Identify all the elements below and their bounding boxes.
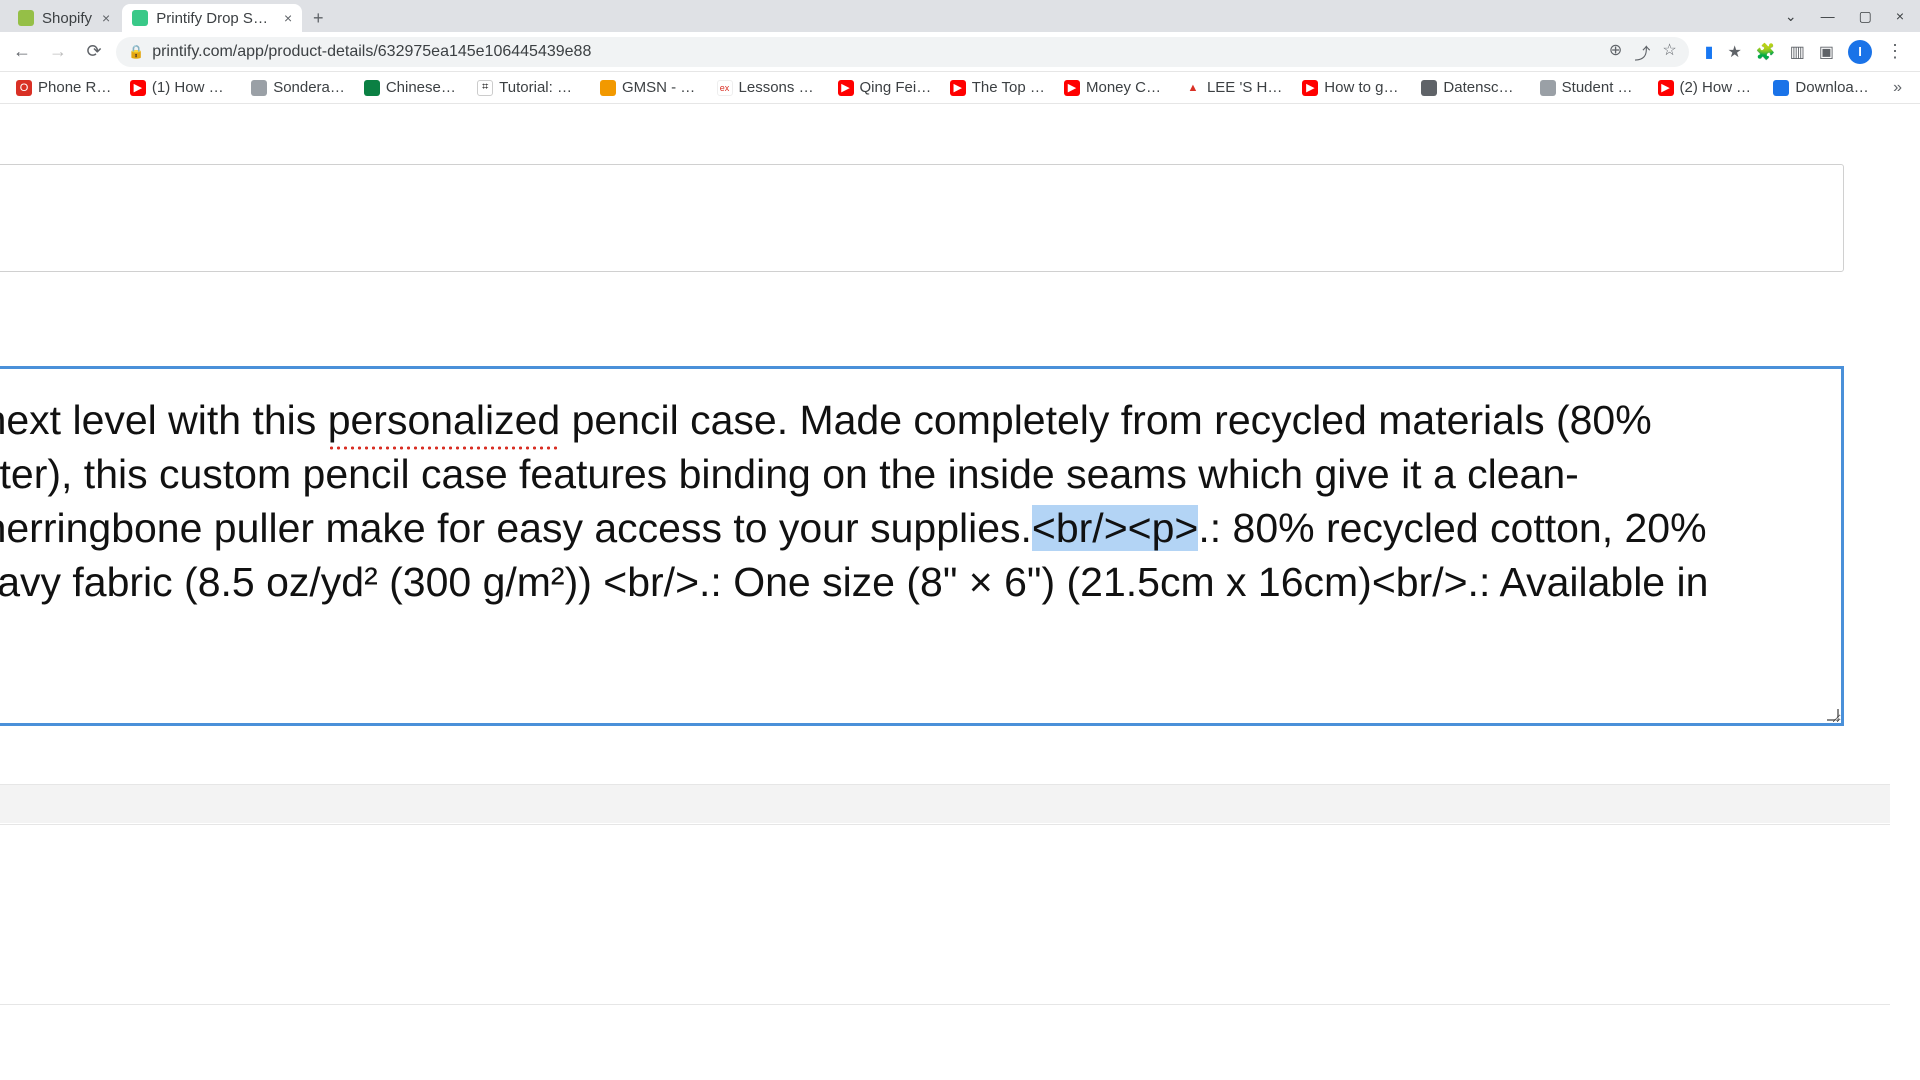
toolbar-right: ▮ ★ 🧩 ▥ ▣ I ⋮ [1697,40,1912,64]
bookmark[interactable]: ▶Qing Fei De Yi - ... [832,77,938,98]
title-input[interactable] [0,164,1844,272]
translate-icon[interactable]: ⊕ [1609,40,1622,64]
bookmark[interactable]: Chinese translati... [358,77,465,98]
bookmark[interactable]: exLessons Learned f... [711,77,826,98]
bookmark[interactable]: Download - Cooki... [1767,77,1879,98]
omnibox-actions: ⊕ ⤴ ☆ [1609,40,1677,64]
extension-icon[interactable]: ▮ [1705,42,1714,62]
bookmark[interactable]: ▶(2) How To Add A... [1652,77,1762,98]
new-tab-button[interactable]: + [304,4,332,32]
divider [0,1004,1890,1005]
selected-text: <br/><p> [1032,505,1198,551]
url-text: printify.com/app/product-details/632975e… [152,43,1601,61]
address-bar[interactable]: 🔒 printify.com/app/product-details/63297… [116,37,1689,67]
star-icon[interactable]: ☆ [1662,40,1676,64]
spellcheck-word: personalized [328,393,561,447]
menu-icon[interactable]: ⋮ [1886,41,1904,62]
tab-label: Printify Drop Shipping Print o [156,10,274,27]
window-controls: ⌄ — ▢ × [1785,0,1920,32]
bookmark[interactable]: ▶How to get more v... [1296,77,1409,98]
browser-titlebar: Shopify × Printify Drop Shipping Print o… [0,0,1920,32]
share-icon[interactable]: ⤴ [1634,40,1650,64]
resize-handle-icon[interactable] [1825,707,1839,721]
page-content: o the next level with this personalized … [0,104,1920,1080]
forward-button[interactable]: → [44,38,72,66]
divider [0,784,1890,785]
section-gap [0,785,1890,823]
tab-printify[interactable]: Printify Drop Shipping Print o × [122,4,302,32]
maximize-icon[interactable]: ▢ [1859,8,1872,25]
favicon-icon [132,10,148,26]
close-icon[interactable]: × [284,10,292,26]
bookmark[interactable]: ▶The Top 3 Platfor... [944,77,1052,98]
close-window-icon[interactable]: × [1896,8,1904,24]
divider [0,824,1890,825]
tab-shopify[interactable]: Shopify × [8,4,120,32]
browser-toolbar: ← → ⟳ 🔒 printify.com/app/product-details… [0,32,1920,72]
bookmark[interactable]: ⌗Tutorial: Eigene Fa... [471,77,588,98]
bookmarks-overflow-icon[interactable]: » [1885,79,1910,97]
bookmark[interactable]: ▲LEE 'S HOUSE—... [1179,77,1290,98]
bookmark[interactable]: ▶(1) How Working a... [124,77,239,98]
extension-icon[interactable]: ▥ [1790,42,1805,62]
lock-icon: 🔒 [128,44,144,60]
bookmark[interactable]: Student Wants an... [1534,77,1646,98]
profile-avatar[interactable]: I [1848,40,1872,64]
bookmark[interactable]: GMSN - Vologda,... [594,77,705,98]
extension-icon[interactable]: ▣ [1819,42,1834,62]
extensions-icon[interactable]: 🧩 [1756,42,1776,62]
back-button[interactable]: ← [8,38,36,66]
description-text: o the next level with this personalized … [0,393,1823,609]
extension-icon[interactable]: ★ [1727,42,1741,62]
bookmark[interactable]: ▶Money Changes E... [1058,77,1173,98]
minimize-icon[interactable]: — [1821,8,1835,24]
bookmark[interactable]: Sonderangebot |... [245,77,352,98]
bookmarks-bar: OPhone Recycling... ▶(1) How Working a..… [0,72,1920,104]
tab-label: Shopify [42,10,92,27]
close-icon[interactable]: × [102,10,110,26]
description-textarea[interactable]: o the next level with this personalized … [0,366,1844,726]
favicon-icon [18,10,34,26]
reload-button[interactable]: ⟳ [80,38,108,66]
bookmark[interactable]: OPhone Recycling... [10,77,118,98]
chevron-down-icon[interactable]: ⌄ [1785,8,1797,25]
bookmark[interactable]: Datenschutz – Re... [1415,77,1527,98]
